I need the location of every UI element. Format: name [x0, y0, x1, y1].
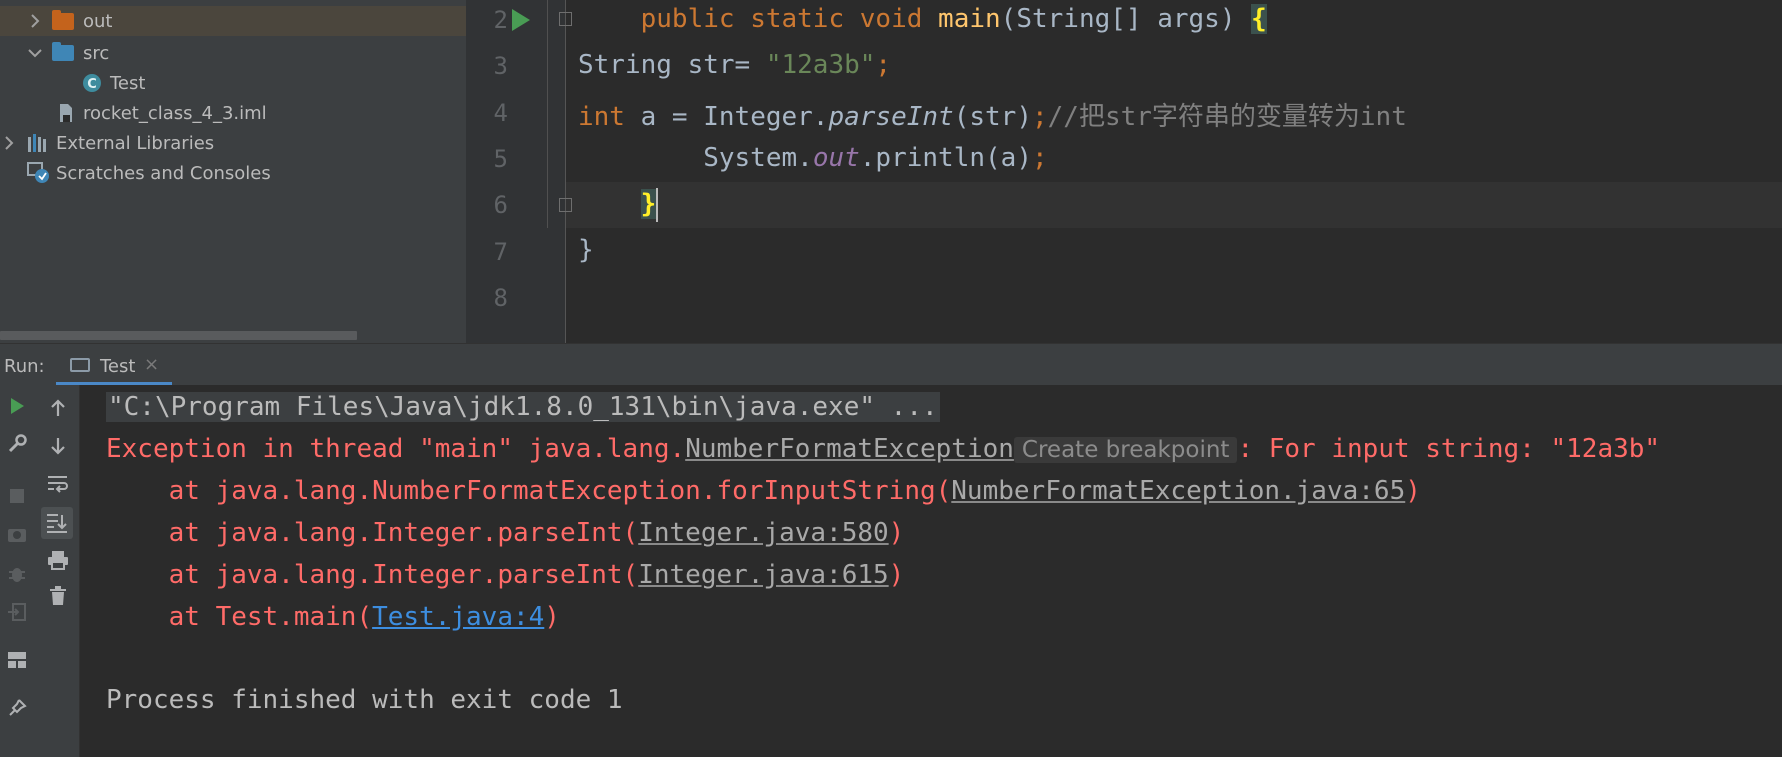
- folder-icon: [52, 10, 74, 30]
- console-exception-line: Exception in thread "main" java.lang.Num…: [106, 434, 1661, 464]
- line-number: 3: [493, 52, 508, 80]
- code-line-4: int a = Integer.parseInt(str);//把str字符串的…: [578, 102, 1407, 132]
- arrow-down-icon[interactable]: [45, 433, 71, 459]
- stack-trace-link[interactable]: NumberFormatException.java:65: [951, 476, 1405, 506]
- run-toolbar-secondary: [36, 385, 80, 757]
- rerun-icon[interactable]: [4, 393, 30, 419]
- tree-item-out[interactable]: out: [0, 6, 466, 36]
- debug-icon[interactable]: [4, 561, 30, 587]
- arrow-up-icon[interactable]: [45, 395, 71, 421]
- chevron-down-icon[interactable]: [28, 46, 42, 60]
- create-breakpoint-button[interactable]: Create breakpoint: [1013, 437, 1238, 463]
- folder-icon: [52, 42, 74, 61]
- stop-icon[interactable]: [4, 483, 30, 509]
- run-console[interactable]: "C:\Program Files\Java\jdk1.8.0_131\bin\…: [80, 385, 1782, 757]
- tree-item-label: Test: [110, 72, 146, 94]
- run-gutter-icon[interactable]: [512, 9, 530, 31]
- tree-item-iml[interactable]: rocket_class_4_3.iml: [0, 98, 466, 128]
- fold-guide-line: [547, 0, 548, 228]
- code-line-6: }: [640, 189, 657, 219]
- project-tree-panel: out src C Test rocket_class_4_3.iml Exte…: [0, 0, 466, 343]
- chevron-right-icon[interactable]: [28, 14, 42, 28]
- line-number: 6: [493, 191, 508, 219]
- soft-wrap-icon[interactable]: [45, 471, 71, 497]
- fold-marker-icon[interactable]: [559, 198, 572, 212]
- code-line-2: public static void main(String[] args) {: [640, 4, 1267, 34]
- text-caret: [656, 188, 658, 222]
- exception-class-link[interactable]: NumberFormatException: [685, 434, 1014, 464]
- tree-item-src[interactable]: src: [0, 38, 466, 68]
- tree-item-label: src: [83, 42, 110, 64]
- print-icon[interactable]: [45, 547, 71, 573]
- iml-file-icon: [58, 103, 74, 123]
- line-number: 8: [493, 284, 508, 312]
- line-number: 2: [493, 6, 508, 34]
- horizontal-scrollbar[interactable]: [0, 331, 357, 340]
- tree-item-label: rocket_class_4_3.iml: [83, 102, 267, 124]
- run-toolbar-primary: [0, 385, 36, 757]
- code-line-7: }: [578, 235, 594, 265]
- wrench-icon[interactable]: [4, 431, 30, 457]
- stack-trace-line: at java.lang.Integer.parseInt(Integer.ja…: [106, 518, 905, 548]
- stack-trace-line: at java.lang.Integer.parseInt(Integer.ja…: [106, 560, 905, 590]
- gutter-separator: [565, 0, 566, 343]
- tree-item-label: out: [83, 10, 113, 32]
- fold-marker-icon[interactable]: [559, 12, 572, 26]
- line-number: 7: [493, 238, 508, 266]
- libraries-icon: [27, 133, 49, 153]
- code-line-5: System.out.println(a);: [578, 143, 1048, 173]
- trash-icon[interactable]: [45, 583, 71, 609]
- close-icon[interactable]: ×: [144, 354, 159, 375]
- java-class-icon: C: [82, 73, 102, 93]
- pin-icon[interactable]: [4, 695, 30, 721]
- line-number: 5: [493, 145, 508, 173]
- stack-trace-line: at Test.main(Test.java:4): [106, 602, 560, 632]
- console-icon: [70, 358, 90, 372]
- layout-icon[interactable]: [4, 647, 30, 673]
- stack-trace-link[interactable]: Integer.java:615: [638, 560, 888, 590]
- current-line-highlight: [466, 182, 1782, 228]
- code-editor[interactable]: 2 3 4 5 6 7 8 public static void main(St…: [466, 0, 1782, 343]
- run-label: Run:: [4, 356, 45, 377]
- stack-trace-link[interactable]: Test.java:4: [372, 602, 544, 632]
- chevron-right-icon[interactable]: [2, 136, 16, 150]
- svg-text:C: C: [87, 77, 97, 92]
- camera-icon[interactable]: [4, 521, 30, 547]
- console-command-line: "C:\Program Files\Java\jdk1.8.0_131\bin\…: [106, 392, 940, 422]
- run-tool-window-header: Run: Test ×: [0, 343, 1782, 386]
- stack-trace-line: at java.lang.NumberFormatException.forIn…: [106, 476, 1421, 506]
- stack-trace-link[interactable]: Integer.java:580: [638, 518, 888, 548]
- line-number: 4: [493, 99, 508, 127]
- process-finished-line: Process finished with exit code 1: [106, 685, 623, 715]
- tree-item-test-class[interactable]: C Test: [0, 68, 466, 98]
- tree-item-scratches[interactable]: Scratches and Consoles: [0, 158, 466, 188]
- scroll-to-end-icon[interactable]: [41, 507, 73, 539]
- exit-icon[interactable]: [4, 599, 30, 625]
- tree-item-label: External Libraries: [56, 132, 215, 154]
- run-tab-test[interactable]: Test ×: [56, 344, 172, 386]
- tree-item-external-libraries[interactable]: External Libraries: [0, 128, 466, 158]
- code-line-3: String str= "12a3b";: [578, 50, 892, 80]
- tree-item-label: Scratches and Consoles: [56, 162, 271, 184]
- scratches-icon: [27, 162, 51, 184]
- run-tab-label: Test: [100, 356, 136, 377]
- command-text[interactable]: "C:\Program Files\Java\jdk1.8.0_131\bin\…: [106, 392, 940, 422]
